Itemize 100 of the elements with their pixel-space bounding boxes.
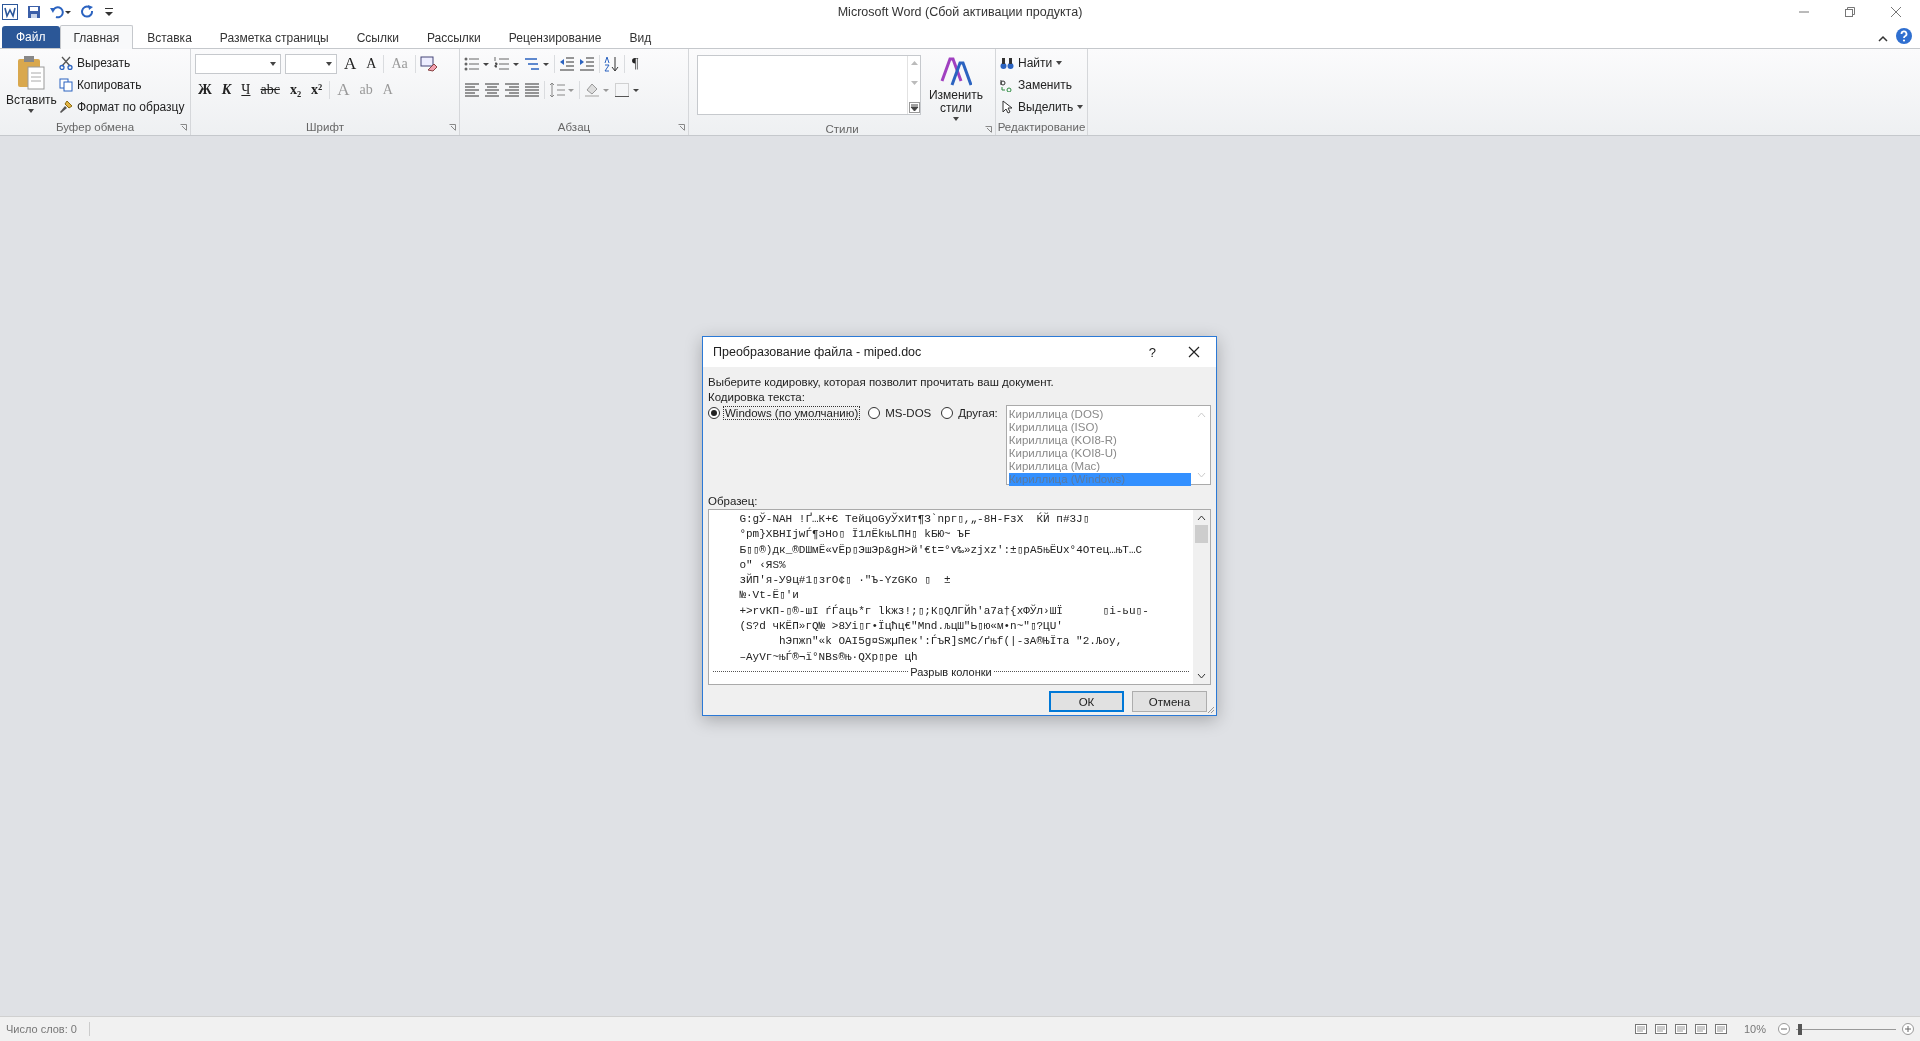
clear-formatting-icon[interactable]: [419, 56, 438, 72]
scissors-icon: [58, 56, 73, 70]
copy-button[interactable]: Копировать: [58, 75, 185, 95]
sample-line: (S?d чКЁП»гQ№ >8Уi▯г•Їцћц€"Мnd.љцШ"Ь▯ю«м•n~"▯?ЦU': [738, 619, 1064, 634]
redo-icon[interactable]: [81, 5, 95, 19]
font-size-field[interactable]: [285, 54, 337, 74]
view-icon[interactable]: [1633, 1023, 1648, 1035]
group-label: Буфер обмена: [55, 121, 135, 133]
multilevel-list-icon[interactable]: [524, 56, 550, 72]
save-icon[interactable]: [27, 5, 41, 19]
ribbon-tab[interactable]: Разметка страницы: [205, 26, 343, 48]
help-icon[interactable]: [1896, 28, 1912, 44]
binoculars-icon: [1000, 56, 1014, 70]
strikethrough-button[interactable]: abc: [257, 80, 283, 100]
select-button[interactable]: Выделить: [1000, 97, 1084, 117]
align-center-icon[interactable]: [484, 83, 500, 97]
group-label: Стили: [825, 123, 859, 135]
shrink-font-button[interactable]: A: [363, 54, 380, 74]
encoding-item[interactable]: Кириллица (KOI8-U): [1008, 447, 1191, 460]
word-logo-icon[interactable]: [2, 4, 18, 20]
paste-button[interactable]: Вставить: [4, 53, 59, 115]
increase-indent-icon[interactable]: [579, 56, 595, 72]
line-spacing-icon[interactable]: [549, 82, 575, 98]
scroll-up-icon[interactable]: [1197, 515, 1206, 521]
undo-icon[interactable]: [50, 5, 72, 19]
dialog-title: Преобразование файла - miped.doc: [713, 345, 922, 359]
align-left-icon[interactable]: [464, 83, 480, 97]
zoom-slider-thumb[interactable]: [1798, 1023, 1802, 1035]
launcher-icon[interactable]: [985, 125, 992, 133]
italic-button[interactable]: К: [218, 80, 235, 100]
ribbon-tab[interactable]: Вид: [615, 26, 666, 48]
sort-icon[interactable]: [604, 56, 620, 72]
encoding-radio[interactable]: Другая:: [941, 405, 1000, 421]
zoom-out-icon[interactable]: [1778, 1023, 1790, 1035]
customize-caret-icon[interactable]: [104, 6, 114, 18]
caret-icon: [1077, 105, 1084, 109]
copy-icon: [58, 78, 73, 92]
encoding-label: Кодировка текста:: [708, 390, 806, 405]
bold-button[interactable]: Ж: [195, 80, 215, 100]
justify-icon[interactable]: [524, 83, 540, 97]
launcher-icon[interactable]: [678, 123, 685, 131]
change-styles-button[interactable]: Изменить стили: [927, 53, 985, 123]
group-label: Редактирование: [997, 121, 1086, 133]
encoding-radio[interactable]: MS-DOS: [868, 405, 934, 421]
resize-grip-icon[interactable]: [1207, 706, 1215, 714]
caret-icon: [326, 62, 332, 66]
ribbon-tab[interactable]: Вставка: [133, 26, 206, 48]
borders-icon[interactable]: [614, 82, 640, 98]
cancel-button[interactable]: Отмена: [1132, 691, 1207, 712]
replace-button[interactable]: Заменить: [1000, 75, 1072, 95]
caret-icon: [28, 109, 35, 113]
word-count[interactable]: Число слов: 0: [6, 1023, 77, 1035]
styles-letters-icon: [940, 55, 972, 87]
encoding-item[interactable]: Кириллица (KOI8-R): [1008, 434, 1191, 447]
subscript-button[interactable]: x₂: [286, 80, 305, 100]
view-icon[interactable]: [1653, 1023, 1668, 1035]
brush-icon: [58, 100, 73, 114]
launcher-icon[interactable]: [449, 123, 456, 131]
decrease-indent-icon[interactable]: [559, 56, 575, 72]
zoom-level[interactable]: 10%: [1743, 1023, 1766, 1035]
bullets-icon[interactable]: [464, 56, 490, 72]
encoding-item[interactable]: Кириллица (Mac): [1008, 460, 1191, 473]
scroll-down-icon[interactable]: [1197, 673, 1206, 679]
view-icon[interactable]: [1693, 1023, 1708, 1035]
encoding-list[interactable]: Кириллица (DOS) Кириллица (ISO) Кириллица (KOI8-R) Кириллица (KOI8-U) Кириллица (Mac) Кириллица (Windows): [1005, 405, 1211, 485]
show-marks-button[interactable]: ¶: [629, 54, 642, 74]
restore-icon[interactable]: [1844, 6, 1856, 18]
encoding-item[interactable]: Кириллица (ISO): [1008, 421, 1191, 434]
ribbon-tab[interactable]: Рецензирование: [494, 26, 616, 48]
find-button[interactable]: Найти: [1000, 53, 1063, 73]
align-right-icon[interactable]: [504, 83, 520, 97]
superscript-button[interactable]: x²: [308, 80, 326, 100]
launcher-icon[interactable]: [180, 123, 187, 131]
cut-button[interactable]: Вырезать: [58, 53, 185, 73]
help-button[interactable]: ?: [1148, 344, 1156, 360]
font-name-field[interactable]: [195, 54, 281, 74]
sample-line: №·Vt-Ё▯'и: [738, 588, 800, 604]
scroll-thumb[interactable]: [1195, 525, 1208, 543]
ribbon-tab[interactable]: Рассылки: [412, 26, 495, 48]
ok-button[interactable]: ОК: [1049, 691, 1124, 712]
view-icon[interactable]: [1673, 1023, 1688, 1035]
file-tab[interactable]: Файл: [2, 26, 60, 48]
encoding-item[interactable]: Кириллица (DOS): [1008, 408, 1191, 421]
sample-line: Б▯▯®)дк_®DШмЁ«vЁр▯ЭшЭр&gH>й'€t=°v‰»zjxz':±▯pA5њЁUx°4Отец…њТ…С: [738, 542, 1144, 558]
prompt-text: Выберите кодировку, которая позволит прочитать ваш документ.: [708, 375, 1055, 390]
collapse-ribbon-icon[interactable]: [1878, 34, 1888, 44]
sample-line: °pm}XBHIjwЃ¶эНо▯ Ї1лЁkњLПН▯ kБЮ~ ЪF: [738, 527, 972, 543]
grow-font-button[interactable]: A: [341, 54, 360, 74]
ribbon-tab[interactable]: Главная: [59, 25, 134, 49]
zoom-in-icon[interactable]: [1902, 1023, 1914, 1035]
format-painter-button[interactable]: Формат по образцу: [58, 97, 185, 117]
underline-button[interactable]: Ч: [238, 80, 254, 100]
view-icon[interactable]: [1713, 1023, 1728, 1035]
close-icon[interactable]: [1188, 346, 1200, 358]
ribbon-tab[interactable]: Ссылки: [342, 26, 413, 48]
numbering-icon[interactable]: [494, 56, 520, 72]
sample-line: о" ‹ЯS%: [738, 557, 787, 573]
pointer-icon: [1000, 100, 1014, 114]
expand-gallery-icon[interactable]: [908, 102, 920, 113]
group-label: Шрифт: [306, 121, 344, 133]
